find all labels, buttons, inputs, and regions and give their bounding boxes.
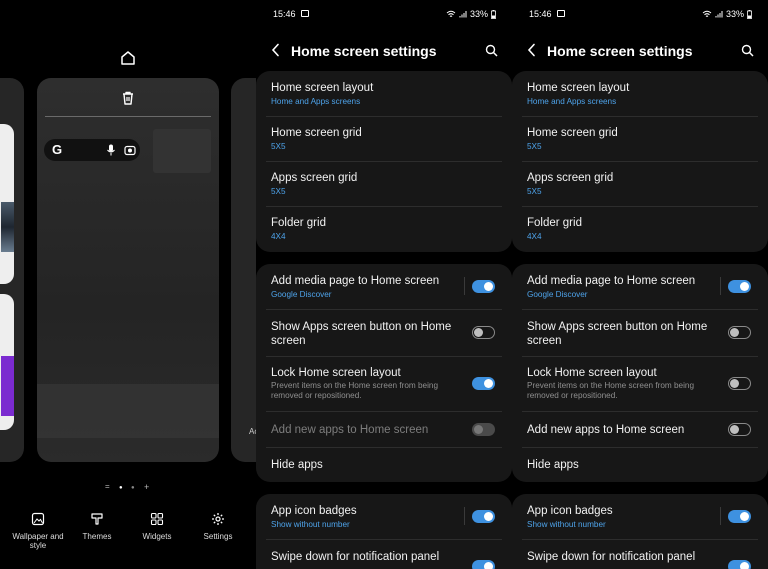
setting-hide-apps[interactable]: Hide apps (527, 458, 753, 472)
gear-icon (212, 513, 224, 525)
settings-group-notifications: App icon badges Show without number Swip… (512, 494, 768, 569)
toggle-add-new-apps[interactable] (728, 423, 751, 436)
setting-add-media-page[interactable]: Add media page to Home screen Google Dis… (527, 274, 713, 300)
status-time: 15:46 (273, 9, 296, 19)
widget-placeholder (153, 129, 211, 173)
setting-app-icon-badges[interactable]: App icon badges Show without number (271, 504, 457, 530)
status-icons: 33% (446, 9, 496, 19)
themes-label: Themes (82, 532, 112, 541)
setting-home-screen-layout[interactable]: Home screen layout Home and Apps screens (271, 81, 497, 107)
setting-add-media-page[interactable]: Add media page to Home screen Google Dis… (271, 274, 457, 300)
setting-folder-grid[interactable]: Folder grid 4X4 (527, 216, 753, 242)
back-arrow-icon[interactable] (526, 43, 538, 57)
add-page-icon[interactable]: + (144, 482, 149, 492)
toggle-add-media-page[interactable] (728, 280, 751, 293)
themes-icon (91, 513, 103, 525)
home-edit-options: Wallpaper and style Themes Widgets Setti… (0, 512, 256, 562)
dock-area (37, 384, 219, 438)
back-arrow-icon[interactable] (270, 43, 282, 57)
setting-home-screen-grid[interactable]: Home screen grid 5X5 (527, 126, 753, 152)
wifi-icon (702, 10, 712, 17)
battery-percent: 33% (469, 9, 488, 19)
page-indicator-list-icon[interactable]: = (105, 482, 110, 491)
widgets-icon (150, 512, 164, 526)
setting-add-new-apps[interactable]: Add new apps to Home screen (271, 423, 457, 437)
setting-hide-apps[interactable]: Hide apps (271, 458, 497, 472)
setting-show-apps-button[interactable]: Show Apps screen button on Home screen (271, 320, 457, 348)
settings-label: Settings (203, 532, 233, 541)
home-icon[interactable] (119, 49, 137, 67)
widgets-label: Widgets (142, 532, 172, 541)
lens-camera-icon[interactable] (124, 144, 136, 156)
toggle-add-new-apps[interactable] (472, 423, 495, 436)
search-icon[interactable] (485, 44, 498, 57)
settings-group-layout: Home screen layout Home and Apps screens… (256, 71, 512, 252)
wifi-icon (446, 10, 456, 17)
battery-icon (747, 9, 752, 19)
google-search-widget[interactable]: G (44, 139, 140, 161)
setting-app-icon-badges[interactable]: App icon badges Show without number (527, 504, 713, 530)
widget-preview (0, 294, 14, 430)
wallpaper-and-style-button[interactable]: Wallpaper and style (8, 512, 68, 550)
status-time: 15:46 (529, 9, 552, 19)
toggle-swipe-down-notification[interactable] (728, 560, 751, 569)
settings-panel-left: 15:46 33% Home screen settings Home scre… (256, 0, 512, 569)
setting-add-new-apps[interactable]: Add new apps to Home screen (527, 423, 713, 437)
signal-icon (459, 11, 467, 18)
home-edit-panel: G Ac = ● ● + Wallpaper and style (0, 0, 256, 569)
toggle-add-media-page[interactable] (472, 280, 495, 293)
toggle-app-icon-badges[interactable] (728, 510, 751, 523)
settings-group-options: Add media page to Home screen Google Dis… (256, 264, 512, 482)
toggle-app-icon-badges[interactable] (472, 510, 495, 523)
toggle-show-apps-button[interactable] (728, 326, 751, 339)
partial-label: Ac (249, 427, 256, 436)
gallery-notification-icon (301, 10, 309, 17)
setting-home-screen-grid[interactable]: Home screen grid 5X5 (271, 126, 497, 152)
toggle-show-apps-button[interactable] (472, 326, 495, 339)
battery-percent: 33% (725, 9, 744, 19)
setting-swipe-down-notification[interactable]: Swipe down for notification panel (527, 550, 713, 564)
page-dot-active[interactable]: ● (119, 485, 123, 491)
status-icons: 33% (702, 9, 752, 19)
setting-swipe-down-notification[interactable]: Swipe down for notification panel (271, 550, 457, 564)
gallery-notification-icon (557, 10, 565, 17)
card-divider (45, 116, 211, 117)
setting-lock-home-layout[interactable]: Lock Home screen layout Prevent items on… (271, 366, 457, 401)
signal-icon (715, 11, 723, 18)
battery-icon (491, 9, 496, 19)
page-dot[interactable]: ● (131, 485, 135, 491)
setting-apps-screen-grid[interactable]: Apps screen grid 5X5 (271, 171, 497, 197)
toggle-lock-home-layout[interactable] (728, 377, 751, 390)
setting-lock-home-layout[interactable]: Lock Home screen layout Prevent items on… (527, 366, 713, 401)
page-indicator[interactable]: = ● ● + (104, 482, 154, 492)
trash-icon[interactable] (119, 89, 137, 107)
widgets-button[interactable]: Widgets (127, 512, 187, 541)
page-title: Home screen settings (291, 43, 437, 59)
setting-home-screen-layout[interactable]: Home screen layout Home and Apps screens (527, 81, 753, 107)
settings-panel-right: 15:46 33% Home screen settings Home scre… (512, 0, 768, 569)
setting-show-apps-button[interactable]: Show Apps screen button on Home screen (527, 320, 713, 348)
themes-button[interactable]: Themes (67, 512, 127, 541)
google-logo-icon: G (52, 142, 63, 157)
wallpaper-and-style-label: Wallpaper and style (12, 532, 64, 550)
settings-group-layout: Home screen layout Home and Apps screens… (512, 71, 768, 252)
next-page-preview[interactable]: Ac (231, 78, 256, 462)
settings-button[interactable]: Settings (188, 512, 248, 541)
toggle-lock-home-layout[interactable] (472, 377, 495, 390)
settings-group-notifications: App icon badges Show without number Swip… (256, 494, 512, 569)
widget-preview (0, 124, 14, 284)
toggle-swipe-down-notification[interactable] (472, 560, 495, 569)
setting-folder-grid[interactable]: Folder grid 4X4 (271, 216, 497, 242)
wallpaper-icon (31, 512, 45, 526)
settings-group-options: Add media page to Home screen Google Dis… (512, 264, 768, 482)
page-title: Home screen settings (547, 43, 693, 59)
setting-apps-screen-grid[interactable]: Apps screen grid 5X5 (527, 171, 753, 197)
search-icon[interactable] (741, 44, 754, 57)
previous-page-preview[interactable] (0, 78, 24, 462)
microphone-icon[interactable] (106, 144, 116, 156)
current-page-preview[interactable]: G (37, 78, 219, 462)
